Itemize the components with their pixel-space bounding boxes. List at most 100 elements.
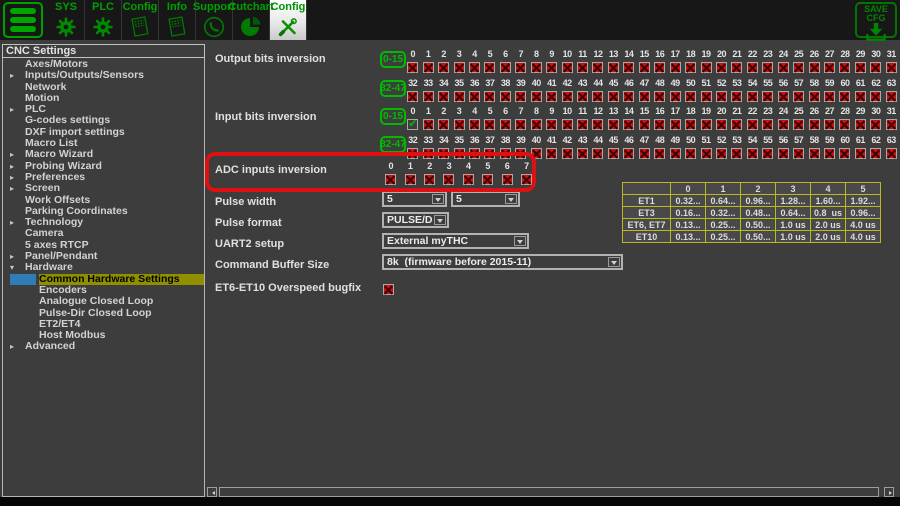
output-bit-checkbox-19[interactable]	[700, 62, 712, 73]
input-bit-checkbox-49[interactable]	[669, 148, 681, 159]
output-bit-checkbox-56[interactable]	[777, 91, 789, 102]
output-bit-checkbox-33[interactable]	[422, 91, 434, 102]
output-bits-range-button-32-47[interactable]: 32-47	[380, 80, 406, 97]
adc-input-checkbox-2[interactable]	[423, 174, 435, 185]
input-bit-checkbox-36[interactable]	[468, 148, 480, 159]
input-bit-checkbox-5[interactable]	[484, 119, 496, 130]
output-bit-checkbox-13[interactable]	[607, 62, 619, 73]
output-bit-checkbox-31[interactable]	[885, 62, 897, 73]
output-bit-checkbox-9[interactable]	[546, 62, 558, 73]
input-bit-checkbox-51[interactable]	[700, 148, 712, 159]
input-bit-checkbox-10[interactable]	[561, 119, 573, 130]
output-bit-checkbox-2[interactable]	[438, 62, 450, 73]
chevron-down-icon[interactable]: ▾	[10, 262, 25, 273]
chevron-right-icon[interactable]: ▸	[10, 341, 25, 352]
chevron-right-icon[interactable]: ▸	[10, 70, 25, 81]
tab-cutchart[interactable]: Cutchart	[228, 0, 274, 40]
input-bit-checkbox-52[interactable]	[715, 148, 727, 159]
chevron-right-icon[interactable]: ▸	[10, 217, 25, 228]
input-bit-checkbox-38[interactable]	[499, 148, 511, 159]
input-bit-checkbox-20[interactable]	[715, 119, 727, 130]
tab-plc[interactable]: PLC	[85, 0, 122, 40]
input-bit-checkbox-34[interactable]	[438, 148, 450, 159]
chevron-right-icon[interactable]: ▸	[10, 183, 25, 194]
input-bit-checkbox-32[interactable]	[407, 148, 419, 159]
output-bit-checkbox-22[interactable]	[746, 62, 758, 73]
input-bit-checkbox-29[interactable]	[854, 119, 866, 130]
output-bit-checkbox-3[interactable]	[453, 62, 465, 73]
output-bit-checkbox-47[interactable]	[638, 91, 650, 102]
input-bit-checkbox-14[interactable]	[623, 119, 635, 130]
output-bit-checkbox-32[interactable]	[407, 91, 419, 102]
output-bit-checkbox-15[interactable]	[638, 62, 650, 73]
input-bit-checkbox-13[interactable]	[607, 119, 619, 130]
sidebar-item-macro-wizard[interactable]: ▸ Macro Wizard	[3, 149, 204, 161]
input-bit-checkbox-58[interactable]	[808, 148, 820, 159]
adc-input-checkbox-0[interactable]	[385, 174, 397, 185]
input-bit-checkbox-6[interactable]	[499, 119, 511, 130]
sidebar-item-analogue-closed-loop[interactable]: Analogue Closed Loop	[3, 295, 204, 307]
pulse-width-dropdown-2[interactable]: 5	[451, 191, 520, 207]
output-bit-checkbox-34[interactable]	[438, 91, 450, 102]
input-bit-checkbox-2[interactable]	[438, 119, 450, 130]
output-bit-checkbox-63[interactable]	[885, 91, 897, 102]
output-bit-checkbox-53[interactable]	[731, 91, 743, 102]
output-bit-checkbox-8[interactable]	[530, 62, 542, 73]
chevron-right-icon[interactable]: ▸	[10, 172, 25, 183]
adc-input-checkbox-7[interactable]	[520, 174, 532, 185]
output-bits-range-button-0-15[interactable]: 0-15	[380, 51, 406, 68]
output-bit-checkbox-1[interactable]	[422, 62, 434, 73]
output-bit-checkbox-48[interactable]	[654, 91, 666, 102]
sidebar-item-pulse-dir-closed-loop[interactable]: Pulse-Dir Closed Loop	[3, 307, 204, 319]
input-bit-checkbox-4[interactable]	[468, 119, 480, 130]
input-bit-checkbox-25[interactable]	[793, 119, 805, 130]
input-bit-checkbox-53[interactable]	[731, 148, 743, 159]
output-bit-checkbox-28[interactable]	[839, 62, 851, 73]
output-bit-checkbox-11[interactable]	[577, 62, 589, 73]
chevron-right-icon[interactable]: ▸	[10, 161, 25, 172]
output-bit-checkbox-14[interactable]	[623, 62, 635, 73]
input-bit-checkbox-23[interactable]	[762, 119, 774, 130]
output-bit-checkbox-4[interactable]	[468, 62, 480, 73]
output-bit-checkbox-49[interactable]	[669, 91, 681, 102]
save-cfg-button[interactable]: SAVE CFG	[855, 2, 897, 41]
output-bit-checkbox-35[interactable]	[453, 91, 465, 102]
input-bit-checkbox-37[interactable]	[484, 148, 496, 159]
output-bit-checkbox-54[interactable]	[746, 91, 758, 102]
input-bit-checkbox-47[interactable]	[638, 148, 650, 159]
input-bit-checkbox-45[interactable]	[607, 148, 619, 159]
input-bit-checkbox-42[interactable]	[561, 148, 573, 159]
output-bit-checkbox-59[interactable]	[824, 91, 836, 102]
tab-info[interactable]: Info	[159, 0, 196, 40]
chevron-right-icon[interactable]: ▸	[10, 149, 25, 160]
pulse-format-dropdown[interactable]: PULSE/DIR	[382, 212, 449, 228]
adc-input-checkbox-4[interactable]	[462, 174, 474, 185]
chevron-down-icon[interactable]	[434, 215, 446, 225]
output-bit-checkbox-40[interactable]	[530, 91, 542, 102]
input-bit-checkbox-33[interactable]	[422, 148, 434, 159]
input-bit-checkbox-17[interactable]	[669, 119, 681, 130]
sidebar-item-common-hardware-settings[interactable]: Common Hardware Settings	[3, 273, 204, 285]
input-bit-checkbox-30[interactable]	[870, 119, 882, 130]
output-bit-checkbox-7[interactable]	[515, 62, 527, 73]
sidebar-item-hardware[interactable]: ▾ Hardware	[3, 262, 204, 274]
input-bit-checkbox-9[interactable]	[546, 119, 558, 130]
input-bit-checkbox-7[interactable]	[515, 119, 527, 130]
input-bit-checkbox-19[interactable]	[700, 119, 712, 130]
input-bit-checkbox-50[interactable]	[685, 148, 697, 159]
output-bit-checkbox-41[interactable]	[546, 91, 558, 102]
input-bit-checkbox-3[interactable]	[453, 119, 465, 130]
output-bit-checkbox-24[interactable]	[777, 62, 789, 73]
command-buffer-size-dropdown[interactable]: 8k (firmware before 2015-11)	[382, 254, 623, 270]
uart2-setup-dropdown[interactable]: External myTHC	[382, 233, 529, 249]
input-bit-checkbox-56[interactable]	[777, 148, 789, 159]
output-bit-checkbox-6[interactable]	[499, 62, 511, 73]
chevron-down-icon[interactable]	[505, 194, 517, 204]
output-bit-checkbox-29[interactable]	[854, 62, 866, 73]
chevron-right-icon[interactable]: ▸	[10, 104, 25, 115]
input-bit-checkbox-60[interactable]	[839, 148, 851, 159]
chevron-right-icon[interactable]: ▸	[10, 251, 25, 262]
scroll-right-button[interactable]	[884, 487, 894, 497]
output-bit-checkbox-21[interactable]	[731, 62, 743, 73]
output-bit-checkbox-50[interactable]	[685, 91, 697, 102]
